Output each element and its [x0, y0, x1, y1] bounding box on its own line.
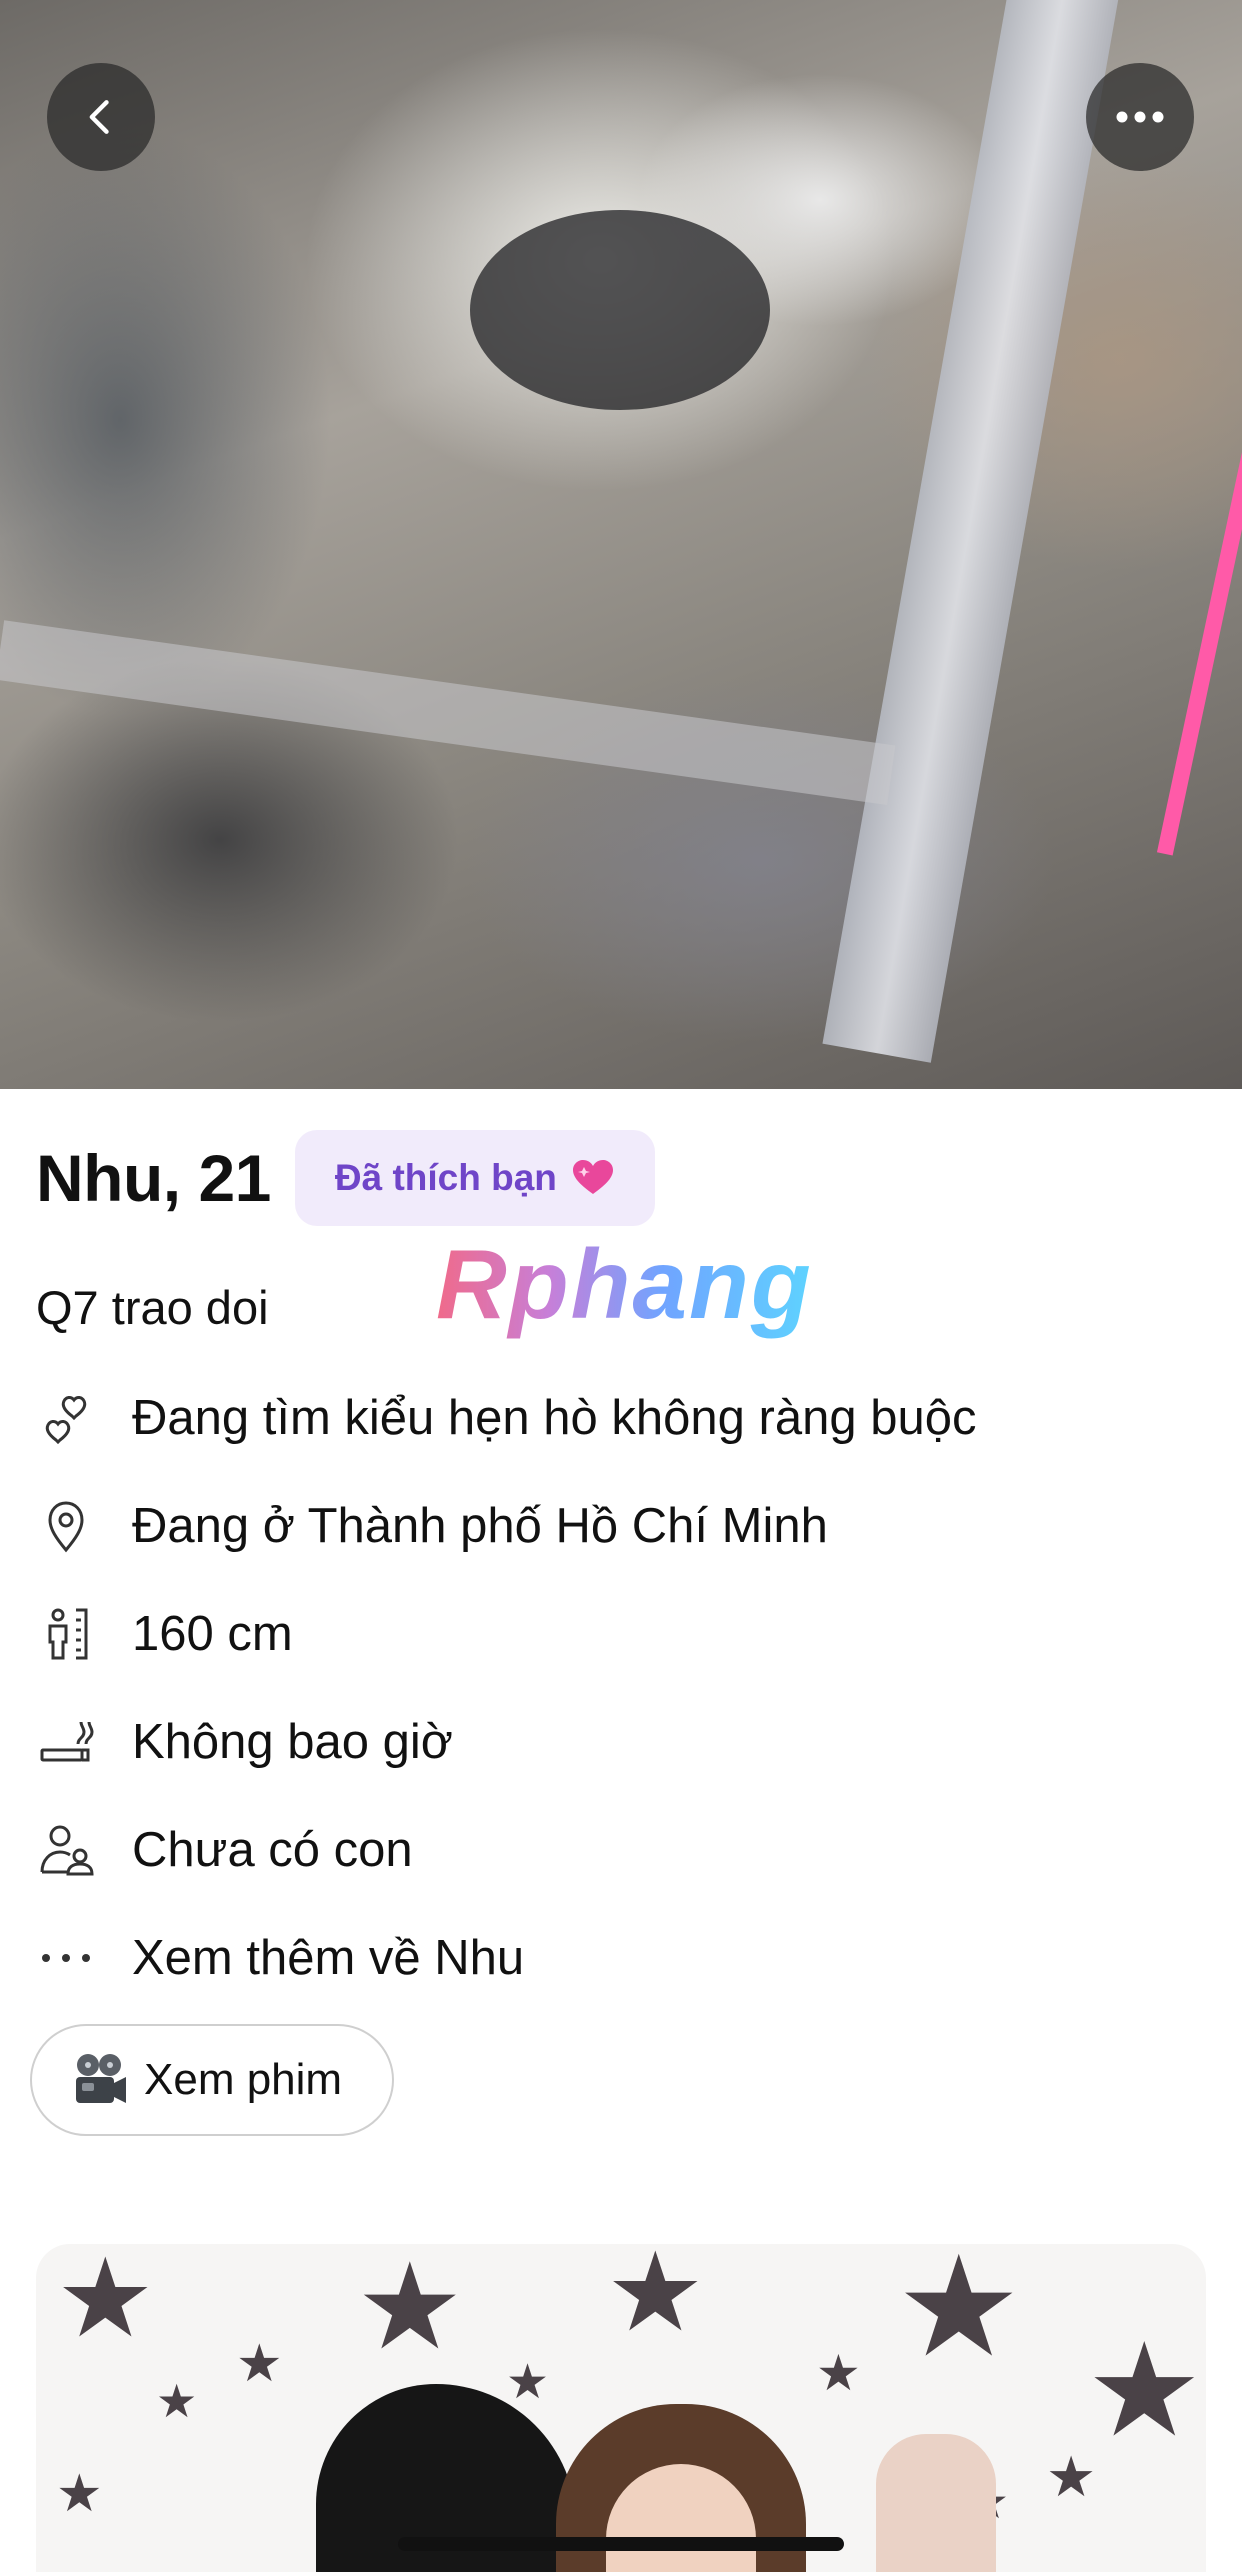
height-ruler-icon — [36, 1604, 96, 1664]
children-icon — [36, 1820, 96, 1880]
photo-content: ★ — [816, 2345, 861, 2401]
liked-you-badge: Đã thích bạn — [294, 1130, 655, 1226]
photo-content: ★ — [56, 2465, 103, 2523]
detail-label: Đang ở Thành phố Hồ Chí Minh — [132, 1499, 828, 1553]
see-more-link[interactable]: Xem thêm về Nhu — [132, 1930, 524, 1986]
liked-you-badge-label: Đã thích bạn — [334, 1157, 557, 1198]
photo-content: ★ — [506, 2356, 550, 2409]
photo-content — [470, 210, 770, 410]
detail-label: Không bao giờ — [132, 1715, 453, 1769]
back-button[interactable] — [47, 63, 155, 171]
sparkling-heart-icon — [572, 1160, 613, 1194]
detail-label: Đang tìm kiểu hẹn hò không ràng buộc — [132, 1391, 977, 1445]
photo-content: ★ — [1046, 2445, 1097, 2508]
profile-tagline: Q7 trao doi — [36, 1281, 269, 1334]
profile-details-list: Đang tìm kiểu hẹn hò không ràng buộc Đan… — [36, 1364, 1206, 2012]
home-indicator[interactable] — [398, 2537, 844, 2551]
photo-content — [1156, 304, 1242, 856]
interest-chip-label: Xem phim — [144, 2055, 343, 2104]
film-projector-icon — [76, 2054, 126, 2103]
location-pin-icon — [36, 1496, 96, 1556]
photo-content: ★ — [606, 2244, 705, 2354]
watermark-logo: Rphang — [436, 1229, 813, 1339]
see-more-about-row[interactable]: Xem thêm về Nhu — [36, 1904, 1206, 2012]
detail-location: Đang ở Thành phố Hồ Chí Minh — [36, 1472, 1206, 1580]
more-options-button[interactable] — [1086, 63, 1194, 171]
photo-content: ★ — [896, 2244, 1022, 2385]
photo-content: ★ — [156, 2375, 198, 2427]
photo-content — [876, 2434, 996, 2572]
hearts-outline-icon — [36, 1388, 96, 1448]
photo-content — [0, 620, 896, 805]
chevron-left-icon — [89, 100, 109, 134]
detail-label: Chưa có con — [132, 1823, 413, 1877]
profile-photo-main[interactable] — [0, 0, 1242, 1089]
more-horizontal-icon — [1116, 111, 1164, 123]
photo-content — [822, 0, 1119, 1063]
photo-content: ★ — [1086, 2317, 1203, 2463]
detail-relationship-goal: Đang tìm kiểu hẹn hò không ràng buộc — [36, 1364, 1206, 1472]
photo-content: ★ — [236, 2335, 283, 2393]
photo-content: ★ — [356, 2244, 464, 2374]
detail-children: Chưa có con — [36, 1796, 1206, 1904]
name-row: Nhu, 21 Đã thích bạn — [36, 1130, 655, 1226]
photo-content: ★ — [56, 2244, 155, 2360]
detail-height: 160 cm — [36, 1580, 1206, 1688]
detail-smoking: Không bao giờ — [36, 1688, 1206, 1796]
smoking-icon — [36, 1712, 96, 1772]
ellipsis-icon — [36, 1928, 96, 1988]
profile-photo-secondary[interactable]: ★ ★ ★ ★ ★ ★ ★ ★ ★ ★ ★ ★ — [36, 2244, 1206, 2572]
detail-label: 160 cm — [132, 1607, 293, 1661]
profile-name-age: Nhu, 21 — [36, 1141, 271, 1215]
interest-chip-movies[interactable]: Xem phim — [30, 2024, 394, 2136]
